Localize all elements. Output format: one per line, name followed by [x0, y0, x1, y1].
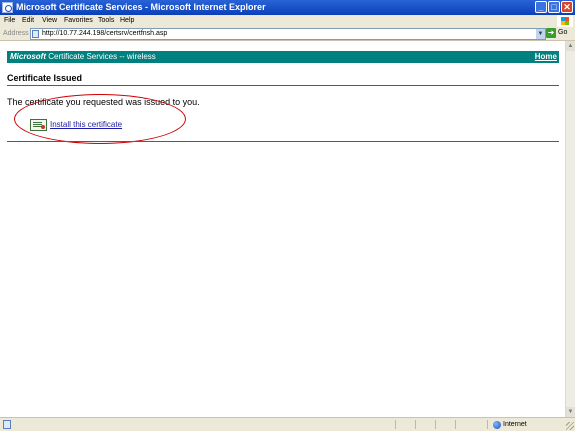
done-page-icon — [3, 420, 11, 429]
internet-zone-icon — [493, 421, 501, 429]
certificate-services-header: Microsoft Certificate Services -- wirele… — [7, 51, 559, 63]
window-title: Microsoft Certificate Services - Microso… — [16, 2, 266, 12]
go-label[interactable]: Go — [558, 28, 567, 38]
vertical-scrollbar[interactable]: ▲ ▼ — [565, 41, 575, 417]
status-divider — [487, 420, 488, 429]
minimize-button[interactable]: _ — [535, 1, 547, 13]
close-button[interactable]: ✕ — [561, 1, 573, 13]
status-bar: Internet — [0, 417, 575, 431]
menu-file[interactable]: File — [4, 16, 15, 26]
divider-top — [7, 85, 559, 86]
status-divider — [435, 420, 436, 429]
address-url[interactable]: http://10.77.244.198/certsrv/certfnsh.as… — [42, 29, 167, 39]
maximize-button[interactable]: □ — [548, 1, 560, 13]
header-brand: Microsoft Certificate Services -- wirele… — [10, 52, 156, 62]
security-zone: Internet — [503, 421, 527, 428]
address-input[interactable]: http://10.77.244.198/certsrv/certfnsh.as… — [30, 28, 546, 40]
address-dropdown-icon[interactable]: ▼ — [536, 29, 545, 39]
status-divider — [455, 420, 456, 429]
status-divider — [395, 420, 396, 429]
go-button[interactable]: ➜ Go — [546, 28, 574, 39]
internet-explorer-icon — [2, 2, 13, 13]
microsoft-logo: Microsoft — [10, 52, 46, 61]
page-title: Certificate Issued — [7, 73, 83, 83]
annotation-ellipse — [14, 94, 186, 144]
menu-view[interactable]: View — [42, 16, 57, 26]
menu-tools[interactable]: Tools — [98, 16, 114, 26]
resize-grip-icon[interactable] — [566, 422, 574, 430]
address-bar: Address http://10.77.244.198/certsrv/cer… — [0, 27, 575, 41]
title-bar: Microsoft Certificate Services - Microso… — [0, 0, 575, 15]
menu-help[interactable]: Help — [120, 16, 134, 26]
windows-logo-icon — [557, 15, 573, 27]
home-link[interactable]: Home — [535, 52, 557, 62]
go-arrow-icon[interactable]: ➜ — [546, 28, 556, 38]
status-divider — [415, 420, 416, 429]
scroll-down-icon[interactable]: ▼ — [566, 407, 575, 417]
header-title: Certificate Services -- wireless — [46, 52, 156, 61]
page-icon — [32, 30, 39, 38]
scroll-up-icon[interactable]: ▲ — [566, 41, 575, 51]
address-label: Address — [3, 30, 29, 37]
divider-bottom — [7, 141, 559, 142]
page-content: Microsoft Certificate Services -- wirele… — [0, 41, 565, 417]
menu-favorites[interactable]: Favorites — [64, 16, 93, 26]
menu-edit[interactable]: Edit — [22, 16, 34, 26]
